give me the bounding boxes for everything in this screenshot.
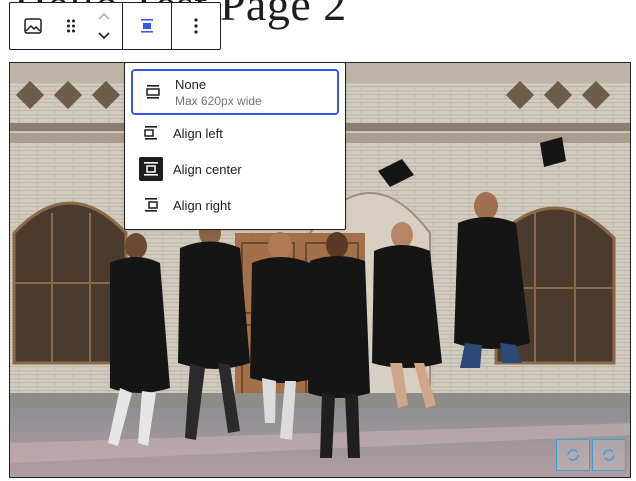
menu-item-description: Max 620px wide xyxy=(175,93,262,108)
menu-item-align-center[interactable]: Align center xyxy=(131,151,339,187)
align-none-icon xyxy=(141,80,165,104)
block-movers xyxy=(86,3,122,49)
toolbar-group-align xyxy=(122,3,171,49)
menu-item-label: Align left xyxy=(173,125,223,141)
more-vertical-icon[interactable] xyxy=(172,3,220,49)
align-left-icon xyxy=(139,121,163,145)
align-dropdown-menu: None Max 620px wide Align left Align cen… xyxy=(124,62,346,230)
menu-item-align-none[interactable]: None Max 620px wide xyxy=(131,69,339,115)
toolbar-group-block xyxy=(10,3,122,49)
menu-item-align-right[interactable]: Align right xyxy=(131,187,339,223)
align-center-icon xyxy=(139,157,163,181)
align-right-icon xyxy=(139,193,163,217)
chevron-up-icon[interactable] xyxy=(92,7,116,25)
chevron-down-icon[interactable] xyxy=(92,27,116,45)
image-corner-controls xyxy=(556,439,626,471)
menu-item-label: Align center xyxy=(173,161,242,177)
align-center-icon[interactable] xyxy=(123,3,171,49)
drag-handle-icon[interactable] xyxy=(56,3,86,49)
menu-item-label: Align right xyxy=(173,197,231,213)
menu-item-align-left[interactable]: Align left xyxy=(131,115,339,151)
upload-icon[interactable] xyxy=(592,439,626,471)
menu-item-label: None xyxy=(175,76,207,92)
toolbar-group-more xyxy=(171,3,220,49)
replace-icon[interactable] xyxy=(556,439,590,471)
image-icon[interactable] xyxy=(10,3,56,49)
block-toolbar xyxy=(9,2,221,50)
